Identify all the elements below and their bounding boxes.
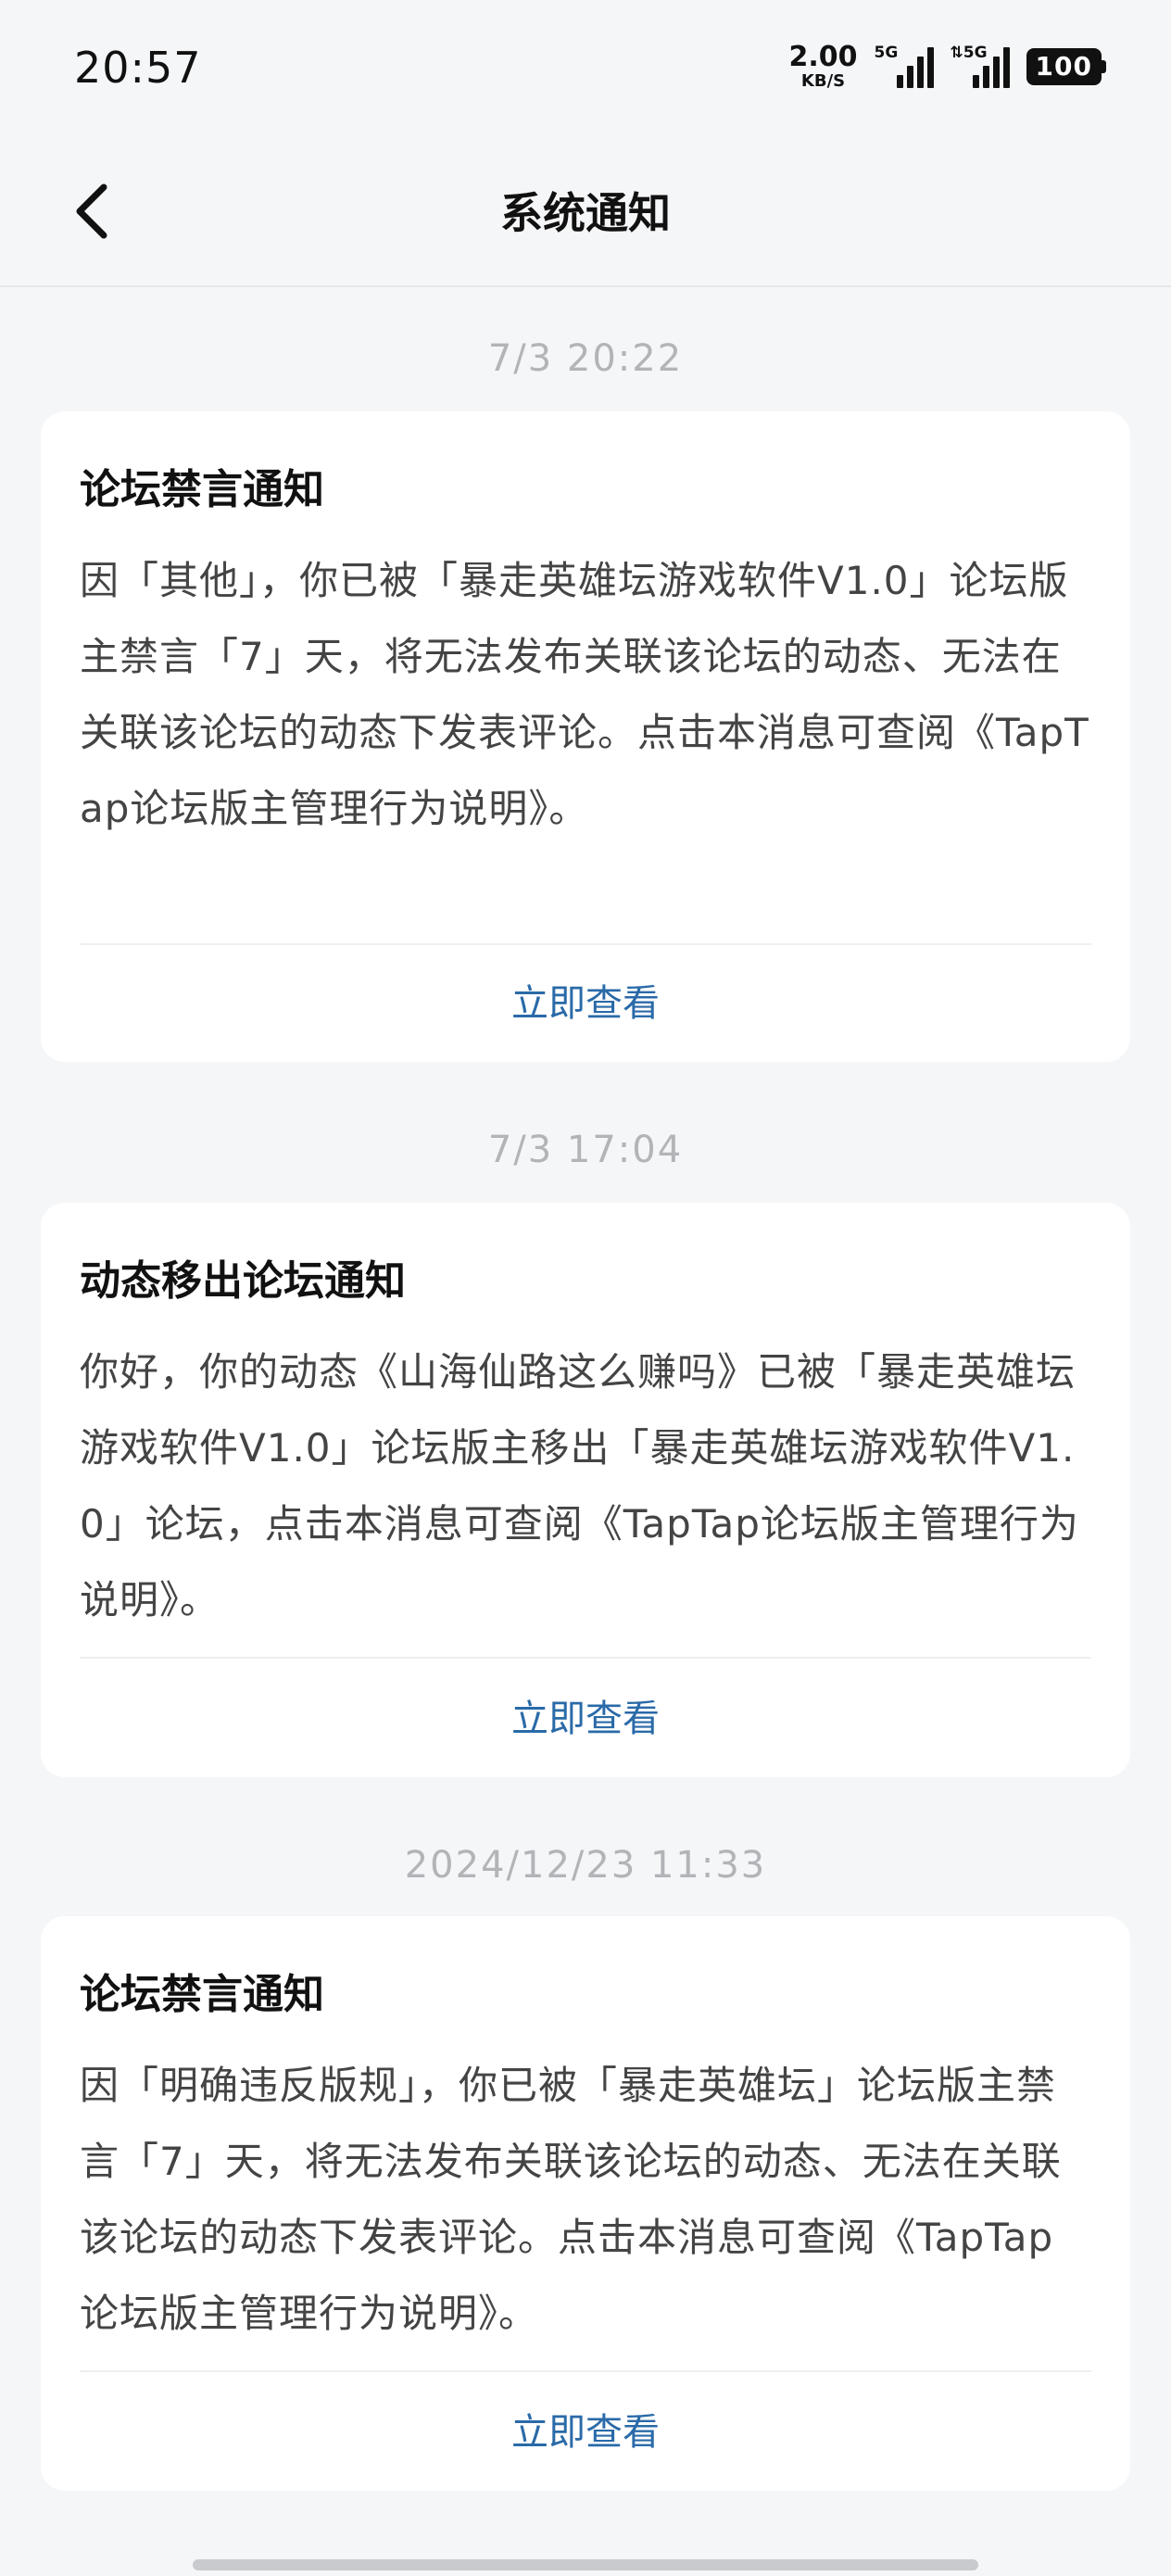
signal-strength-icon: 5G	[874, 44, 934, 88]
page-title: 系统通知	[500, 188, 671, 238]
status-indicators: 2.00 KB/S 5G ⇅5G 100	[789, 41, 1106, 93]
notification-title: 论坛禁言通知	[80, 1971, 324, 2018]
nav-header: 系统通知	[0, 139, 1171, 287]
notification-page: 20:57 2.00 KB/S 5G ⇅5G 100 系统通知 7/3 20:2…	[0, 0, 1171, 2576]
view-now-link[interactable]: 立即查看	[41, 2402, 1130, 2456]
notification-card[interactable]: 动态移出论坛通知 你好，你的动态《山海仙路这么赚吗》已被「暴走英雄坛游戏软件V1…	[41, 1203, 1130, 1777]
sim2-network-tag: ⇅5G	[950, 44, 988, 62]
sim1-network-tag: 5G	[874, 44, 899, 62]
notification-timestamp: 7/3 20:22	[487, 337, 684, 380]
view-now-link[interactable]: 立即查看	[41, 973, 1130, 1027]
status-time: 20:57	[74, 43, 202, 93]
battery-level: 100	[1026, 48, 1102, 85]
network-speed: 2.00 KB/S	[789, 44, 858, 90]
battery-icon: 100	[1026, 48, 1106, 85]
status-bar: 20:57 2.00 KB/S 5G ⇅5G 100	[0, 0, 1171, 139]
divider	[80, 1657, 1091, 1659]
network-speed-unit: KB/S	[800, 71, 846, 91]
notification-timestamp: 2024/12/23 11:33	[404, 1844, 767, 1887]
notification-body: 因「明确违反版规」，你已被「暴走英雄坛」论坛版主禁言「7」天，将无法发布关联该论…	[80, 2063, 1062, 2336]
notification-body: 你好，你的动态《山海仙路这么赚吗》已被「暴走英雄坛游戏软件V1.0」论坛版主移出…	[80, 1349, 1079, 1623]
notification-title: 动态移出论坛通知	[80, 1257, 406, 1305]
notification-body: 因「其他」，你已被「暴走英雄坛游戏软件V1.0」论坛版主禁言「7」天，将无法发布…	[80, 558, 1089, 831]
notification-title: 论坛禁言通知	[80, 466, 324, 513]
scroll-indicator[interactable]	[193, 2559, 978, 2570]
notification-timestamp: 7/3 17:04	[487, 1129, 684, 1171]
signal-strength-icon: ⇅5G	[950, 44, 1010, 88]
notification-card[interactable]: 论坛禁言通知 因「其他」，你已被「暴走英雄坛游戏软件V1.0」论坛版主禁言「7」…	[41, 411, 1130, 1062]
divider	[80, 2370, 1091, 2372]
divider	[80, 943, 1091, 945]
view-now-link[interactable]: 立即查看	[41, 1688, 1130, 1742]
network-speed-value: 2.00	[788, 41, 858, 73]
notification-card[interactable]: 论坛禁言通知 因「明确违反版规」，你已被「暴走英雄坛」论坛版主禁言「7」天，将无…	[41, 1916, 1130, 2491]
